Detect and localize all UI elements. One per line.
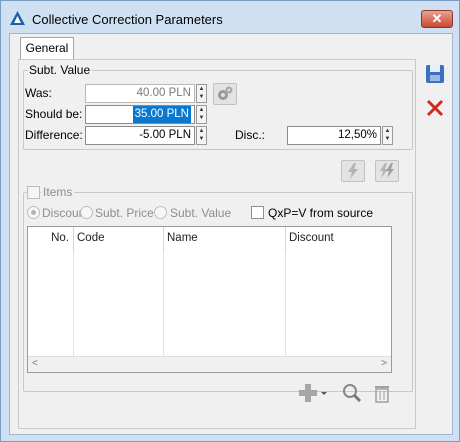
trash-icon (375, 386, 389, 403)
plus-icon (299, 384, 327, 402)
cancel-x-icon (426, 99, 444, 117)
add-button[interactable] (297, 382, 329, 404)
col-header-discount[interactable]: Discount (286, 227, 391, 251)
difference-field[interactable]: -5.00 PLN (85, 126, 195, 145)
dialog-window: Collective Correction Parameters ✕ Gener… (0, 0, 460, 442)
was-label: Was: (25, 86, 52, 100)
save-button[interactable] (422, 62, 448, 86)
horizontal-scrollbar[interactable]: < > (28, 356, 391, 372)
gear-icon (218, 86, 233, 100)
recalculate-button[interactable] (213, 83, 237, 105)
apply-all-button[interactable] (375, 160, 399, 182)
radio-discount[interactable] (27, 206, 40, 219)
lightning-icon (348, 163, 358, 179)
col-header-code[interactable]: Code (74, 227, 164, 251)
title-bar[interactable]: Collective Correction Parameters ✕ (1, 1, 459, 33)
col-header-no[interactable]: No. (28, 227, 74, 251)
lightning-double-icon (380, 163, 394, 178)
radio-subt-price[interactable] (80, 206, 93, 219)
was-spinner: ▲ ▼ (196, 84, 207, 103)
radio-subt-price-label: Subt. Price (95, 206, 154, 220)
close-button[interactable]: ✕ (421, 10, 453, 28)
disc-field[interactable]: 12,50% (287, 126, 381, 145)
qxp-label: QxP=V from source (268, 206, 374, 220)
tab-general[interactable]: General (20, 37, 74, 60)
app-logo-icon (10, 11, 25, 25)
col-divider (164, 251, 286, 356)
col-divider (28, 251, 74, 356)
tab-panel-general: Subt. Value Was: 40.00 PLN ▲ ▼ Should be:… (18, 59, 416, 429)
items-group-title: Items (41, 185, 75, 199)
disc-label: Disc.: (235, 128, 265, 142)
col-header-name[interactable]: Name (164, 227, 286, 251)
was-field: 40.00 PLN (85, 84, 195, 103)
items-table[interactable]: No. Code Name Discount < > (27, 226, 392, 373)
cancel-button[interactable] (422, 96, 448, 120)
difference-label: Difference: (25, 128, 83, 142)
radio-subt-value-label: Subt. Value (170, 206, 232, 220)
apply-discount-button[interactable] (341, 160, 365, 182)
scroll-left-arrow[interactable]: < (32, 358, 38, 369)
magnifier-icon (343, 384, 362, 403)
search-button[interactable] (341, 382, 363, 404)
should-be-field[interactable]: 35.00 PLN (85, 105, 195, 124)
window-title: Collective Correction Parameters (32, 12, 223, 27)
should-be-label: Should be: (25, 107, 83, 121)
qxp-checkbox[interactable] (251, 206, 264, 219)
col-divider (74, 251, 164, 356)
dialog-body: General Subt. Value Was: 40.00 PLN ▲ ▼ Sh… (9, 33, 453, 435)
radio-subt-value[interactable] (154, 206, 167, 219)
delete-button[interactable] (371, 382, 393, 404)
items-checkbox[interactable] (27, 186, 40, 199)
should-be-spinner[interactable]: ▲ ▼ (196, 105, 207, 124)
subt-value-group-title: Subt. Value (27, 63, 93, 77)
save-icon (426, 65, 444, 83)
radio-discount-label: Discoun (42, 206, 86, 220)
scroll-right-arrow[interactable]: > (381, 358, 387, 369)
difference-spinner[interactable]: ▲ ▼ (196, 126, 207, 145)
disc-spinner[interactable]: ▲ ▼ (382, 126, 393, 145)
